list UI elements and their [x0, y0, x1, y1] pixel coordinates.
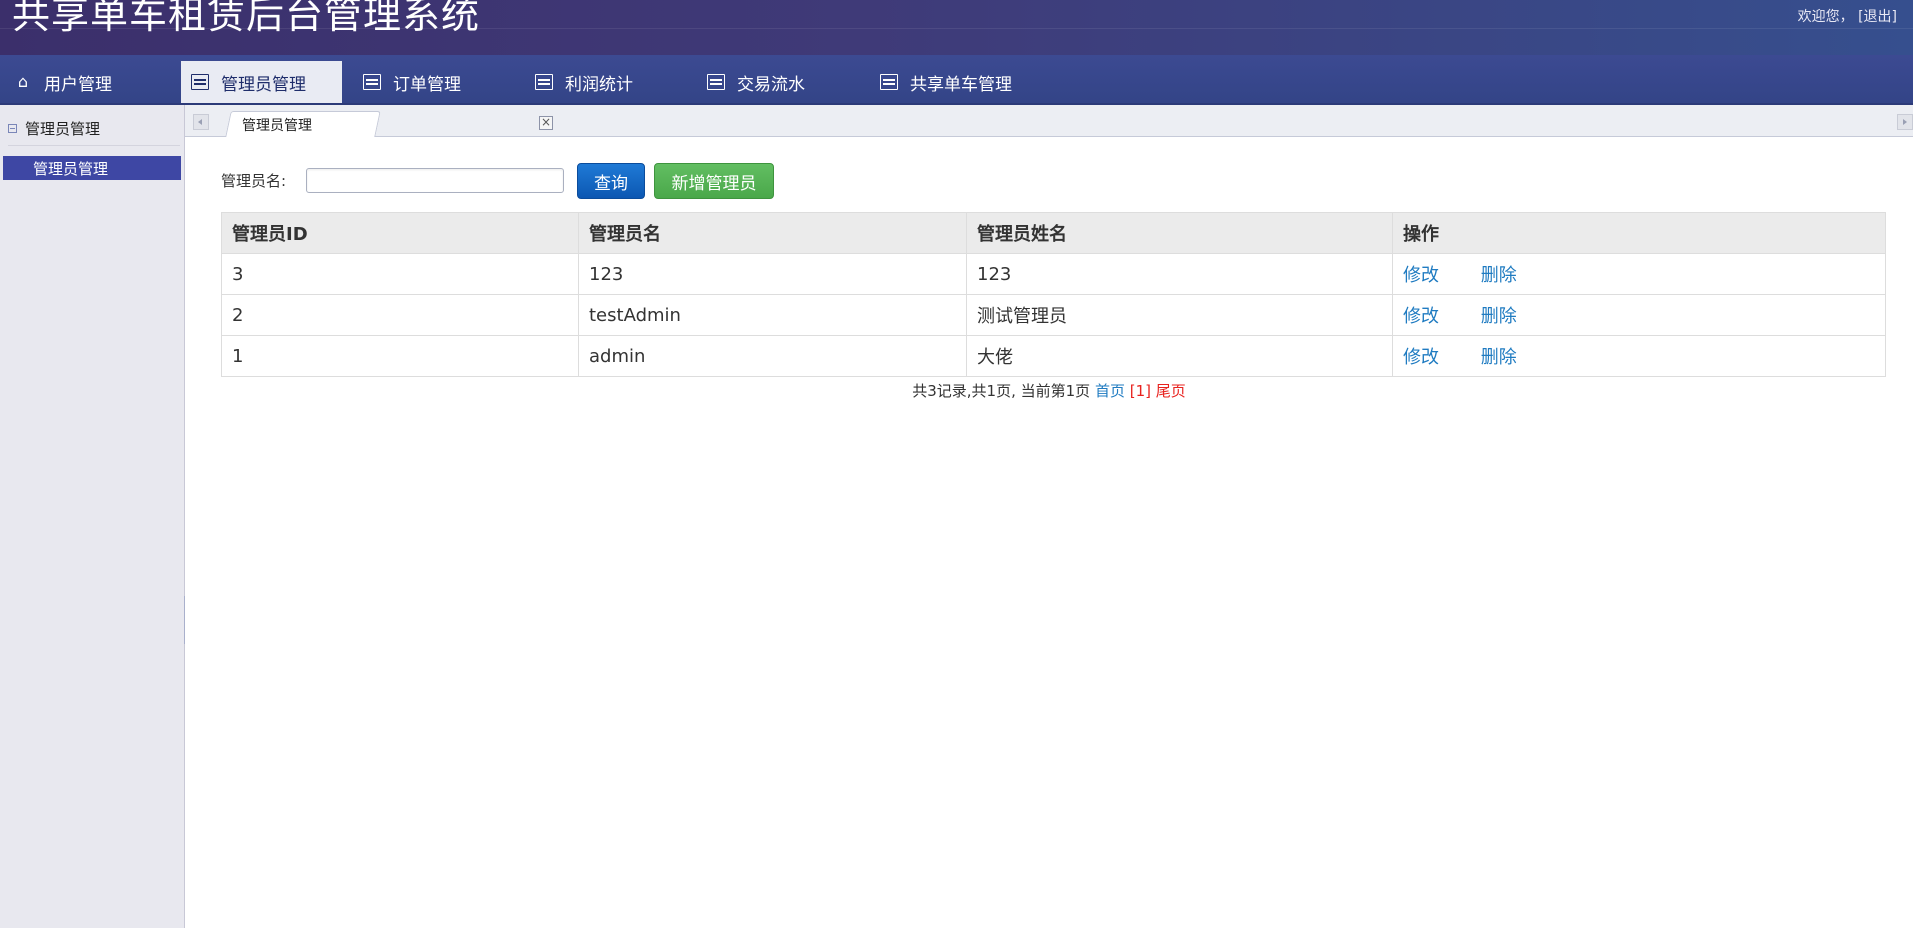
collapse-icon[interactable]: [8, 123, 17, 133]
nav-item-bike-management[interactable]: 共享单车管理: [880, 61, 1012, 103]
cell-real-name: 大佬: [966, 335, 1393, 377]
sidebar-section-header[interactable]: 管理员管理: [8, 117, 180, 146]
column-header-real-name: 管理员姓名: [966, 212, 1393, 254]
column-header-actions: 操作: [1392, 212, 1886, 254]
sidebar-item-admin-management[interactable]: 管理员管理: [3, 156, 181, 180]
nav-item-admin-management[interactable]: 管理员管理: [181, 61, 342, 103]
list-icon: [191, 74, 209, 90]
table-row: 3 123 123 修改 删除: [221, 253, 1886, 295]
home-icon: ⌂: [17, 72, 29, 91]
add-admin-button[interactable]: 新增管理员: [654, 163, 774, 199]
pagination-summary: 共3记录,共1页, 当前第1页: [912, 382, 1091, 400]
table-header-row: 管理员ID 管理员名 管理员姓名 操作: [221, 212, 1886, 254]
welcome-area: 欢迎您， [退出]: [1798, 6, 1897, 26]
column-header-name: 管理员名: [578, 212, 967, 254]
cell-name: testAdmin: [578, 294, 967, 336]
nav-item-user-management[interactable]: ⌂ 用户管理: [0, 61, 170, 103]
delete-link[interactable]: 删除: [1481, 347, 1517, 368]
tab-label[interactable]: 管理员管理: [242, 115, 312, 135]
sidebar: 管理员管理 管理员管理: [0, 105, 185, 928]
first-page-link[interactable]: 首页: [1095, 382, 1125, 400]
cell-name: admin: [578, 335, 967, 377]
nav-item-order-management[interactable]: 订单管理: [363, 61, 461, 103]
table-row: 2 testAdmin 测试管理员 修改 删除: [221, 294, 1886, 336]
edit-link[interactable]: 修改: [1403, 265, 1439, 286]
nav-item-profit-statistics[interactable]: 利润统计: [535, 61, 633, 103]
cell-id: 2: [221, 294, 579, 336]
last-page-link[interactable]: 尾页: [1156, 382, 1186, 400]
pagination: 共3记录,共1页, 当前第1页 首页 [1] 尾页: [185, 380, 1913, 401]
admin-name-search-input[interactable]: [306, 168, 564, 193]
app-title: 共享单车租赁后台管理系统: [12, 0, 481, 37]
list-icon: [880, 74, 898, 90]
cell-id: 3: [221, 253, 579, 295]
cell-id: 1: [221, 335, 579, 377]
tab-close-icon[interactable]: ×: [539, 116, 553, 130]
list-icon: [363, 74, 381, 90]
nav-item-label: 利润统计: [565, 74, 633, 95]
delete-link[interactable]: 删除: [1481, 265, 1517, 286]
cell-real-name: 测试管理员: [966, 294, 1393, 336]
app-header: 共享单车租赁后台管理系统 欢迎您， [退出]: [0, 0, 1913, 55]
cell-real-name: 123: [966, 253, 1393, 295]
list-icon: [707, 74, 725, 90]
tab-strip: 管理员管理 ×: [185, 105, 1913, 137]
list-icon: [535, 74, 553, 90]
edit-link[interactable]: 修改: [1403, 347, 1439, 368]
logout-link[interactable]: [退出]: [1858, 9, 1897, 25]
search-label: 管理员名:: [221, 172, 287, 190]
tab-scroll-right-button[interactable]: [1897, 114, 1913, 130]
edit-link[interactable]: 修改: [1403, 306, 1439, 327]
main-nav: ⌂ 用户管理 管理员管理 订单管理 利润统计 交易流水 共享单车管理: [0, 55, 1913, 105]
nav-item-label: 管理员管理: [221, 74, 306, 95]
sidebar-section-title: 管理员管理: [25, 119, 101, 138]
nav-item-label: 订单管理: [393, 74, 461, 95]
nav-item-label: 用户管理: [44, 74, 112, 95]
main-content: 管理员名: 查询 新增管理员 管理员ID 管理员名 管理员姓名 操作 3 123…: [185, 137, 1913, 928]
cell-actions: 修改 删除: [1392, 253, 1886, 295]
query-button[interactable]: 查询: [577, 163, 645, 199]
sidebar-item-label: 管理员管理: [33, 159, 109, 178]
cell-actions: 修改 删除: [1392, 294, 1886, 336]
welcome-text: 欢迎您，: [1797, 9, 1854, 25]
admin-table: 管理员ID 管理员名 管理员姓名 操作 3 123 123 修改 删除 2 te…: [221, 212, 1886, 377]
nav-item-transactions[interactable]: 交易流水: [707, 61, 805, 103]
delete-link[interactable]: 删除: [1481, 306, 1517, 327]
nav-item-label: 共享单车管理: [910, 74, 1012, 95]
cell-actions: 修改 删除: [1392, 335, 1886, 377]
column-header-id: 管理员ID: [221, 212, 579, 254]
cell-name: 123: [578, 253, 967, 295]
table-row: 1 admin 大佬 修改 删除: [221, 335, 1886, 377]
nav-item-label: 交易流水: [737, 74, 805, 95]
current-page-link[interactable]: [1]: [1130, 382, 1151, 400]
tab-scroll-left-button[interactable]: [193, 114, 209, 130]
